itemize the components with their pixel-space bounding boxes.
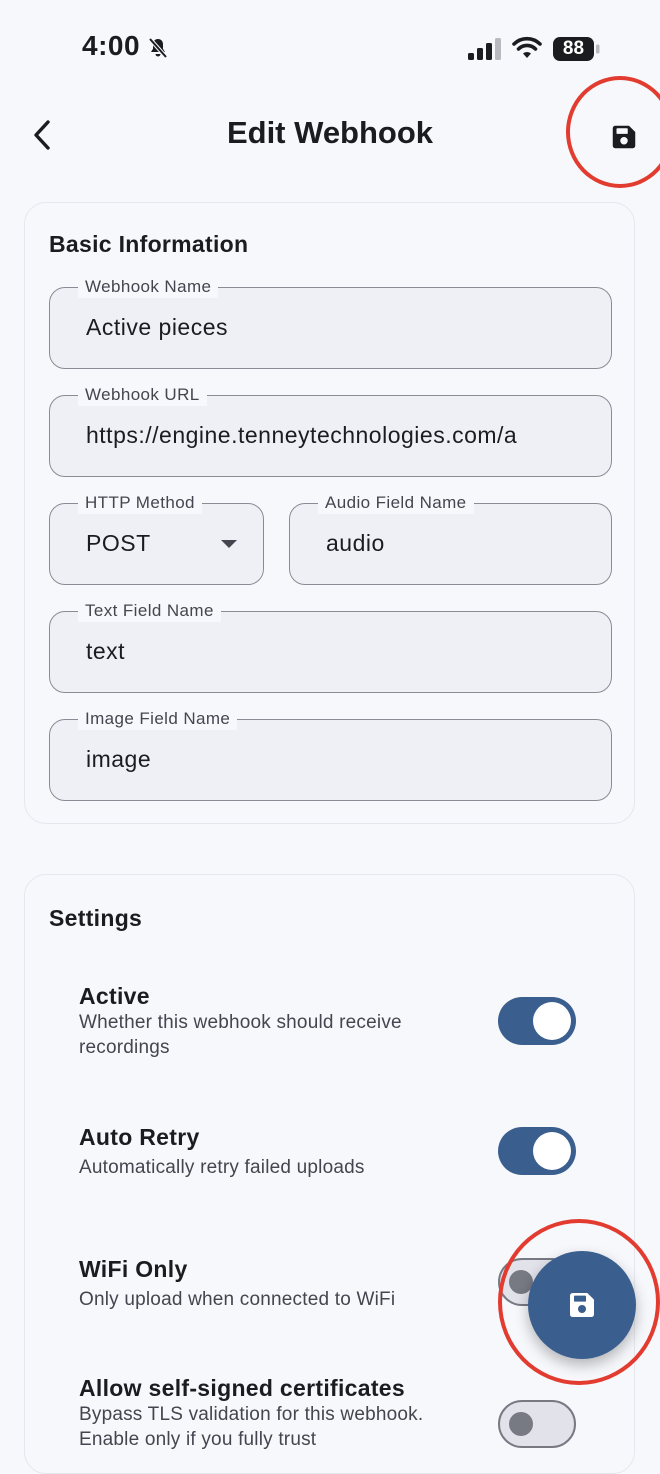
audio-field-name-field[interactable]: Audio Field Name audio: [289, 492, 612, 585]
status-bar: 4:00 88: [0, 0, 660, 95]
webhook-name-field[interactable]: Webhook Name Active pieces: [49, 276, 612, 369]
status-time: 4:00: [82, 30, 141, 61]
image-field-name-value: image: [86, 746, 152, 772]
active-toggle[interactable]: [498, 997, 576, 1045]
webhook-url-field[interactable]: Webhook URL https://engine.tenneytechnol…: [49, 384, 612, 477]
audio-field-name-label: Audio Field Name: [318, 492, 474, 514]
setting-title: Auto Retry: [79, 1124, 200, 1150]
webhook-name-label: Webhook Name: [78, 276, 219, 298]
battery-icon: 88: [552, 36, 602, 67]
battery-level: 88: [562, 38, 585, 59]
setting-description: Bypass TLS validation for this webhook. …: [79, 1404, 424, 1450]
setting-description: Automatically retry failed uploads: [79, 1157, 365, 1178]
setting-description: Whether this webhook should receive reco…: [79, 1012, 402, 1058]
webhook-url-value: https://engine.tenneytechnologies.com/a: [86, 422, 518, 448]
setting-title: Allow self-signed certificates: [79, 1375, 405, 1401]
http-method-dropdown[interactable]: HTTP Method POST: [49, 492, 264, 585]
audio-field-name-value: audio: [326, 530, 385, 556]
basic-information-card: Basic Information Webhook Name Active pi…: [24, 202, 635, 824]
page-title: Edit Webhook: [226, 115, 434, 150]
text-field-name-field[interactable]: Text Field Name text: [49, 600, 612, 693]
basic-information-title: Basic Information: [49, 231, 249, 257]
text-field-name-value: text: [86, 638, 126, 664]
webhook-url-label: Webhook URL: [78, 384, 207, 406]
text-field-name-label: Text Field Name: [78, 600, 221, 622]
wifi-icon: [512, 36, 542, 65]
auto-retry-toggle[interactable]: [498, 1127, 576, 1175]
setting-title: Active: [79, 983, 150, 1009]
bell-muted-icon: [146, 36, 170, 65]
toggle-knob: [509, 1412, 533, 1436]
http-method-value: POST: [86, 530, 151, 556]
image-field-name-label: Image Field Name: [78, 708, 238, 730]
setting-description: Only upload when connected to WiFi: [79, 1289, 396, 1310]
http-method-label: HTTP Method: [78, 492, 202, 514]
image-field-name-field[interactable]: Image Field Name image: [49, 708, 612, 801]
highlight-ring-fab: [498, 1219, 660, 1385]
toggle-knob: [533, 1002, 571, 1040]
setting-title: WiFi Only: [79, 1256, 188, 1282]
app-bar: Edit Webhook: [0, 95, 660, 177]
self-signed-toggle[interactable]: [498, 1400, 576, 1448]
webhook-name-value: Active pieces: [86, 314, 229, 340]
settings-title: Settings: [49, 905, 143, 931]
toggle-knob: [533, 1132, 571, 1170]
caret-down-icon: [221, 540, 237, 548]
cellular-signal-icon: [468, 38, 502, 65]
